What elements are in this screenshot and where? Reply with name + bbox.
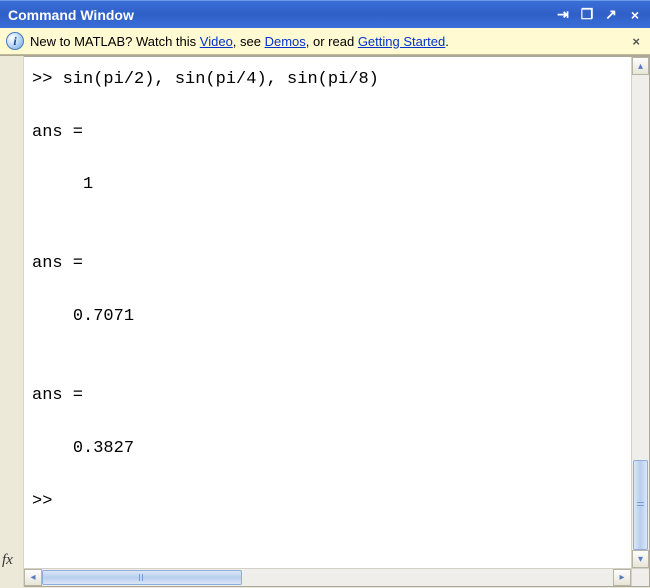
info-icon: i [6, 32, 24, 50]
workspace: fx >> sin(pi/2), sin(pi/4), sin(pi/8) an… [0, 55, 650, 587]
hscroll-thumb[interactable] [42, 570, 242, 585]
info-text-prefix: New to MATLAB? Watch this [30, 34, 200, 49]
ans-label-1: ans = [32, 123, 83, 142]
prompt-2: >> [32, 492, 52, 511]
editor-wrap: >> sin(pi/2), sin(pi/4), sin(pi/8) ans =… [24, 56, 650, 587]
scroll-left-button[interactable]: ◂ [24, 569, 42, 586]
restore-icon[interactable]: ❐ [576, 6, 598, 24]
command-editor[interactable]: >> sin(pi/2), sin(pi/4), sin(pi/8) ans =… [24, 57, 631, 568]
dismiss-info-button[interactable]: × [628, 34, 644, 49]
undock-icon[interactable]: ↗ [600, 6, 622, 24]
ans-value-2: 0.7071 [73, 307, 134, 326]
prompt: >> [32, 70, 52, 89]
ans-label-2: ans = [32, 254, 83, 273]
info-message: New to MATLAB? Watch this Video, see Dem… [30, 34, 628, 49]
scroll-down-button[interactable]: ▾ [632, 550, 649, 568]
gutter: fx [0, 56, 24, 587]
vscroll-thumb[interactable] [633, 460, 648, 550]
horizontal-scrollbar[interactable]: ◂ ▸ [24, 568, 631, 586]
scroll-up-button[interactable]: ▴ [632, 57, 649, 75]
vertical-scrollbar[interactable]: ▴ ▾ [631, 57, 649, 568]
scroll-corner [631, 568, 649, 586]
vscroll-track[interactable] [632, 75, 649, 550]
fx-icon[interactable]: fx [2, 552, 13, 569]
window-title: Command Window [8, 7, 550, 23]
ans-label-3: ans = [32, 386, 83, 405]
dock-icon[interactable]: ⇥ [552, 6, 574, 24]
hscroll-track[interactable] [42, 569, 613, 586]
demos-link[interactable]: Demos [265, 34, 306, 49]
scroll-right-button[interactable]: ▸ [613, 569, 631, 586]
info-text-suffix: . [445, 34, 449, 49]
info-bar: i New to MATLAB? Watch this Video, see D… [0, 28, 650, 55]
ans-value-3: 0.3827 [73, 439, 134, 458]
info-text-mid1: , see [233, 34, 265, 49]
video-link[interactable]: Video [200, 34, 233, 49]
close-icon[interactable]: × [624, 6, 646, 24]
ans-value-1: 1 [83, 175, 93, 194]
command-input: sin(pi/2), sin(pi/4), sin(pi/8) [63, 70, 379, 89]
getting-started-link[interactable]: Getting Started [358, 34, 445, 49]
titlebar: Command Window ⇥ ❐ ↗ × [0, 0, 650, 28]
info-text-mid2: , or read [306, 34, 358, 49]
